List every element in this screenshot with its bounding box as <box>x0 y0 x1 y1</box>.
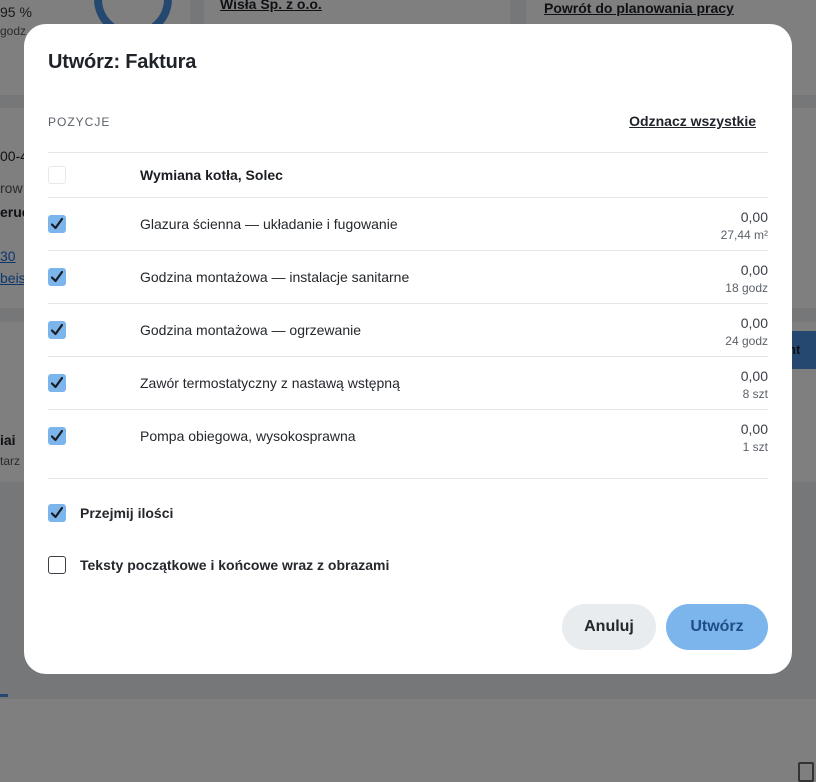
document-icon[interactable] <box>798 762 814 782</box>
item-label: Pompa obiegowa, wysokosprawna <box>140 428 356 444</box>
item-checkbox[interactable] <box>48 268 66 286</box>
group-label: Wymiana kotła, Solec <box>140 167 283 183</box>
item-label: Godzina montażowa — ogrzewanie <box>140 322 362 338</box>
item-quantity: 24 godz <box>725 334 768 348</box>
checkmark-icon <box>51 376 63 389</box>
create-button[interactable]: Utwórz <box>666 604 768 650</box>
dialog-title: Utwórz: Faktura <box>48 51 197 73</box>
items-list: Wymiana kotła, Solec Glazura ścienna — u… <box>48 152 768 479</box>
adopt-quantities-label: Przejmij ilości <box>80 505 174 521</box>
deselect-all-link[interactable]: Odznacz wszystkie <box>629 113 756 129</box>
group-checkbox[interactable] <box>48 166 66 184</box>
list-item: Glazura ścienna — układanie i fugowanie … <box>48 198 768 251</box>
item-checkbox[interactable] <box>48 427 66 445</box>
cancel-button[interactable]: Anuluj <box>562 604 656 650</box>
list-item: Pompa obiegowa, wysokosprawna 0,00 1 szt <box>48 410 768 479</box>
item-checkbox[interactable] <box>48 215 66 233</box>
checkmark-icon <box>51 506 63 519</box>
item-checkbox[interactable] <box>48 321 66 339</box>
item-amount: 0,00 <box>740 315 768 331</box>
checkmark-icon <box>51 323 63 336</box>
checkmark-icon <box>51 217 63 230</box>
list-item: Godzina montażowa — instalacje sanitarne… <box>48 251 768 304</box>
item-amount: 0,00 <box>740 368 768 384</box>
checkmark-icon <box>51 270 63 283</box>
adopt-quantities-checkbox[interactable] <box>48 504 66 522</box>
checkmark-icon <box>51 429 63 442</box>
item-amount: 0,00 <box>740 421 768 437</box>
item-quantity: 8 szt <box>742 387 768 401</box>
item-quantity: 18 godz <box>725 281 768 295</box>
list-item: Zawór termostatyczny z nastawą wstępną 0… <box>48 357 768 410</box>
item-label: Glazura ścienna — układanie i fugowanie <box>140 216 398 232</box>
group-row: Wymiana kotła, Solec <box>48 153 768 198</box>
item-label: Zawór termostatyczny z nastawą wstępną <box>140 375 400 391</box>
create-invoice-dialog: Utwórz: Faktura POZYCJE Odznacz wszystki… <box>24 24 792 674</box>
intro-closing-texts-label: Teksty początkowe i końcowe wraz z obraz… <box>80 557 390 573</box>
items-section-label: POZYCJE <box>48 115 111 129</box>
intro-closing-texts-checkbox[interactable] <box>48 556 66 574</box>
item-amount: 0,00 <box>740 262 768 278</box>
item-label: Godzina montażowa — instalacje sanitarne <box>140 269 410 285</box>
item-checkbox[interactable] <box>48 374 66 392</box>
list-item: Godzina montażowa — ogrzewanie 0,00 24 g… <box>48 304 768 357</box>
item-amount: 0,00 <box>740 209 768 225</box>
item-quantity: 1 szt <box>742 440 768 454</box>
item-quantity: 27,44 m² <box>720 228 768 242</box>
